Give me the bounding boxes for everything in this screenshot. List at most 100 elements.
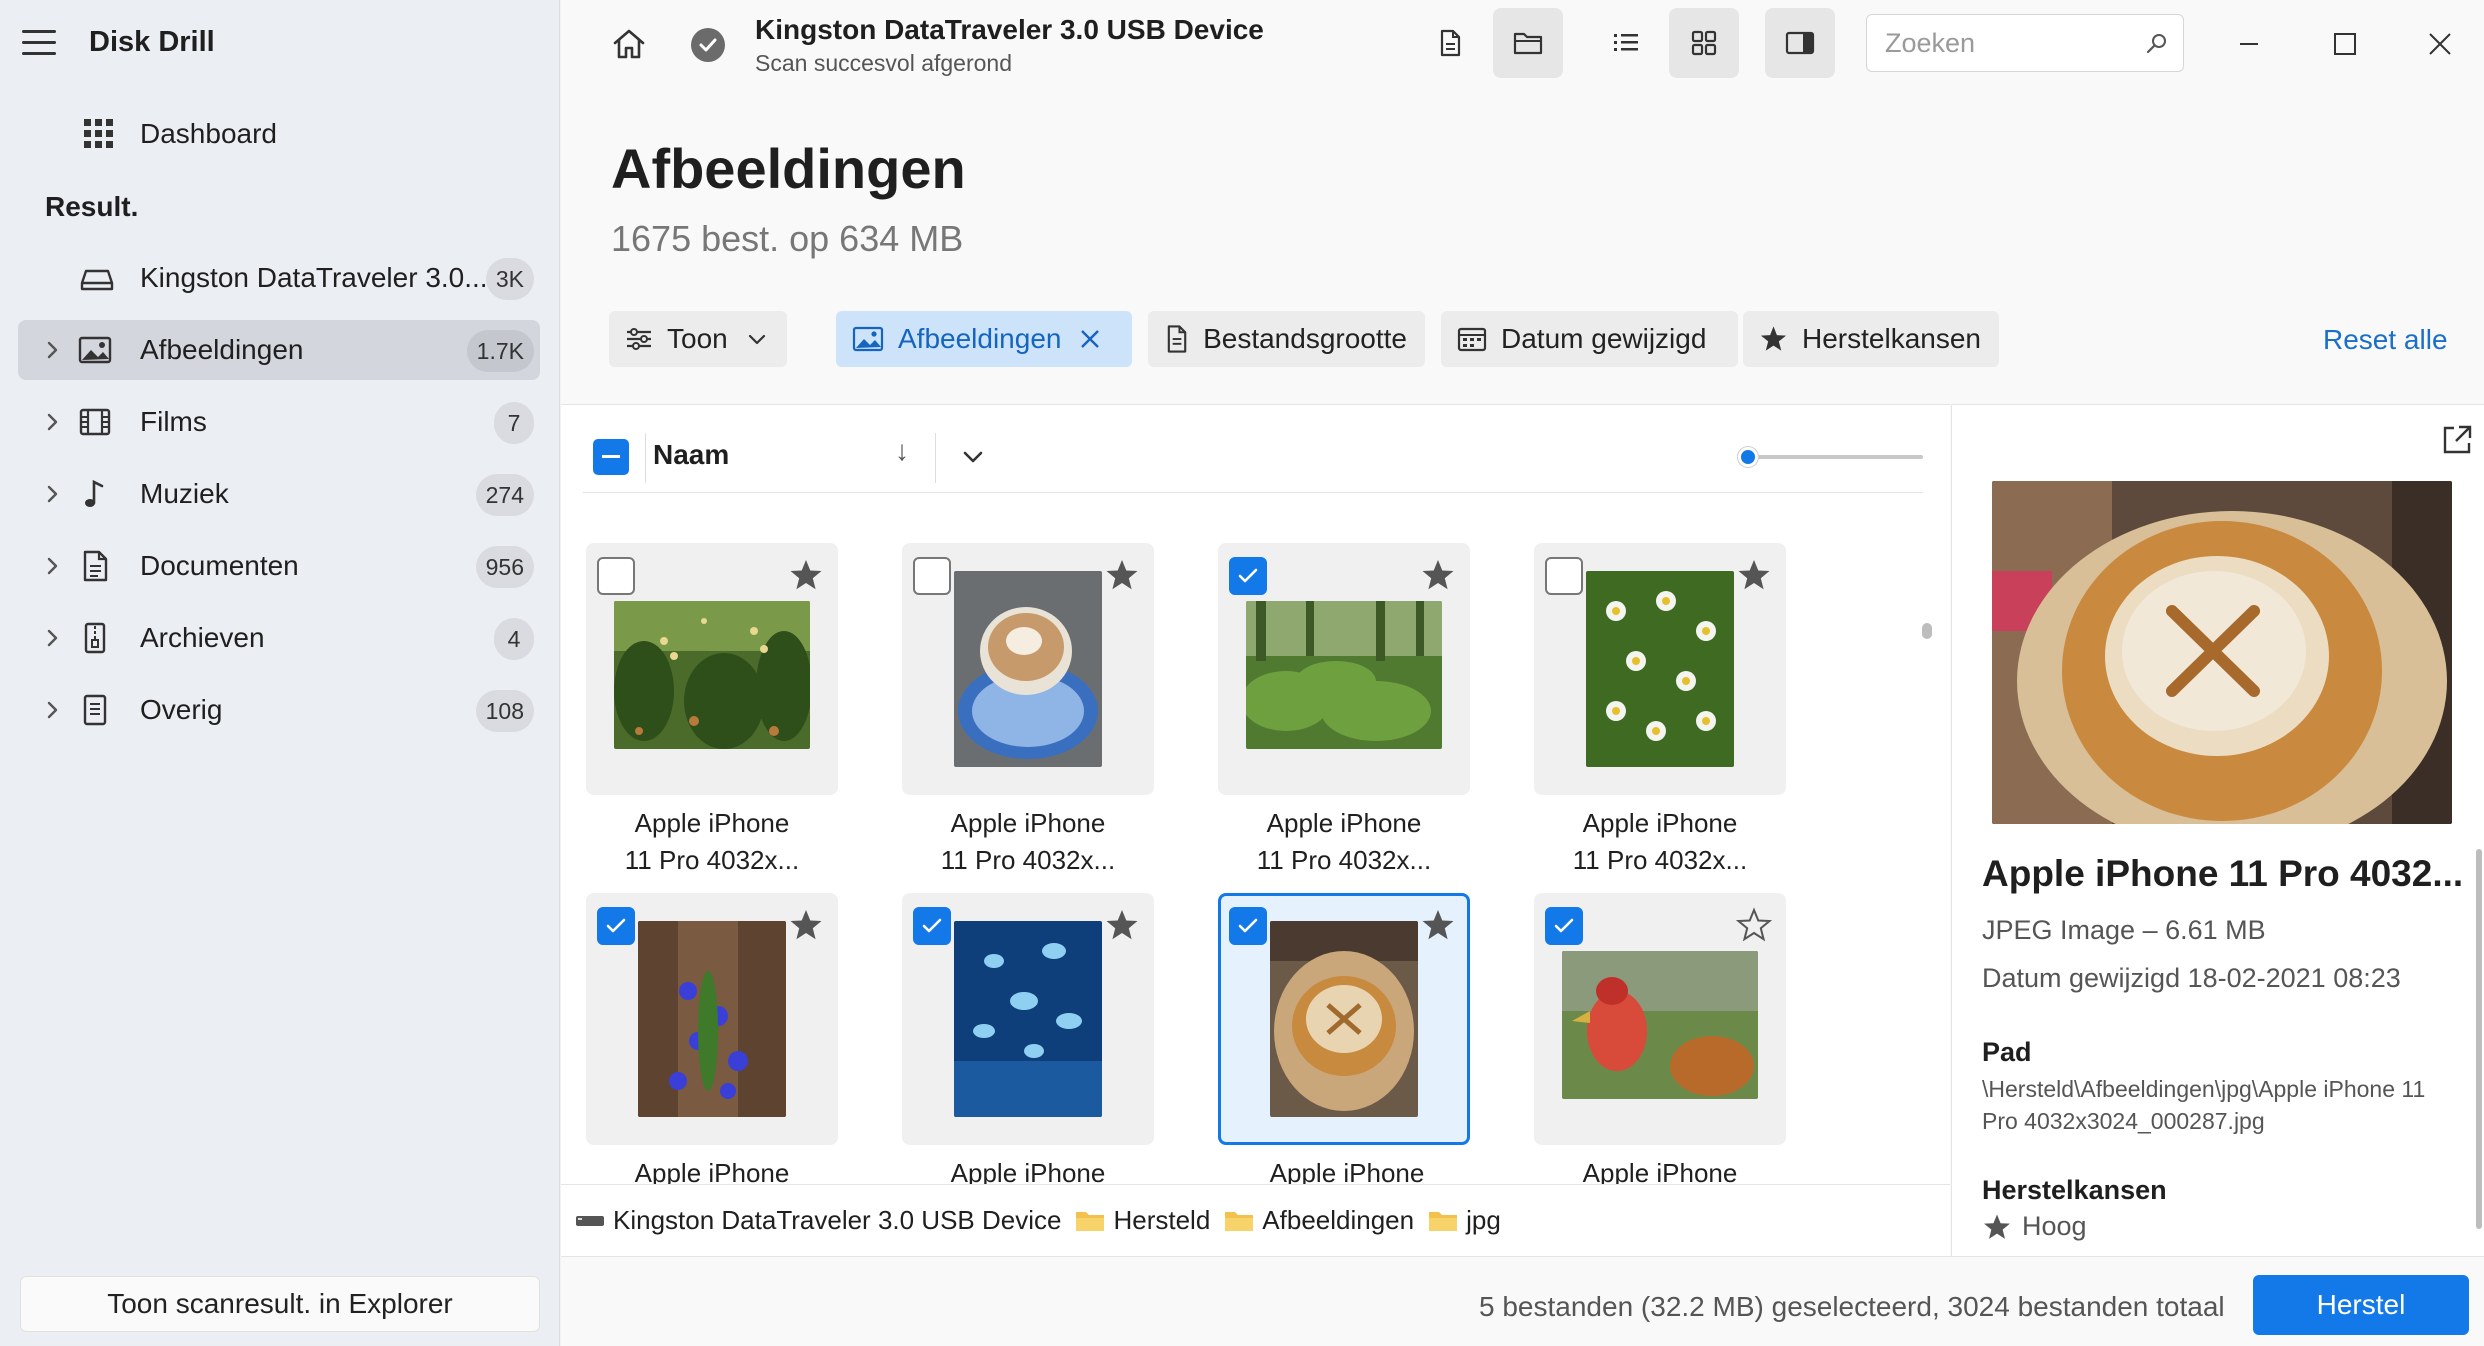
thumbnail-image (1586, 571, 1734, 767)
folder-icon (1429, 1211, 1458, 1231)
open-external-icon[interactable] (2440, 423, 2474, 457)
file-tile[interactable]: Apple iPhone 11 Pro 4032x... (1534, 543, 1786, 875)
sidebar-item-device[interactable]: Kingston DataTraveler 3.0... 3K (18, 248, 540, 308)
show-filter-label: Toon (667, 323, 728, 354)
calendar-icon (1457, 327, 1487, 352)
count-badge: 956 (475, 546, 534, 588)
menu-icon[interactable] (22, 30, 56, 56)
sidebar-item-films[interactable]: Films 7 (18, 392, 540, 452)
file-tile[interactable]: Apple iPhone (902, 893, 1154, 1185)
preview-image (1992, 481, 2452, 824)
file-tile-selected[interactable]: Apple iPhone (1218, 893, 1470, 1185)
preview-path-heading: Pad (1982, 1037, 2032, 1067)
sidebar-item-muziek[interactable]: Muziek 274 (18, 464, 540, 524)
file-view-button[interactable] (1415, 8, 1485, 78)
file-checkbox[interactable] (597, 907, 635, 945)
show-filter-dropdown[interactable]: Toon (609, 311, 787, 367)
thumbnail-image (638, 921, 786, 1117)
results-area: Naam ↓ Apple iPhone 11 Pro 4032x... Appl… (561, 404, 1950, 1185)
breadcrumb-item[interactable]: jpg (1428, 1205, 1501, 1236)
star-outline-icon[interactable] (1736, 907, 1772, 943)
sidebar-item-label: Films (140, 406, 207, 437)
breadcrumb-item[interactable]: Kingston DataTraveler 3.0 USB Device (575, 1205, 1061, 1236)
sort-direction-arrow[interactable]: ↓ (895, 435, 909, 467)
file-checkbox[interactable] (913, 557, 951, 595)
select-all-checkbox[interactable] (593, 439, 629, 475)
sidebar-item-label: Kingston DataTraveler 3.0... (140, 262, 488, 293)
file-tile[interactable]: Apple iPhone (586, 893, 838, 1185)
grid-view-button[interactable] (1669, 8, 1739, 78)
chevron-right-icon[interactable] (40, 626, 64, 650)
active-filter-chip[interactable]: Afbeeldingen (836, 311, 1132, 367)
star-icon[interactable] (1736, 557, 1772, 593)
file-checkbox[interactable] (1229, 557, 1267, 595)
chevron-right-icon[interactable] (40, 410, 64, 434)
file-checkbox[interactable] (1229, 907, 1267, 945)
file-checkbox[interactable] (913, 907, 951, 945)
thumbnail-image (954, 571, 1102, 767)
sidebar-item-dashboard[interactable]: Dashboard (18, 104, 540, 164)
preview-scrollbar[interactable] (2476, 849, 2482, 1229)
maximize-button[interactable] (2321, 20, 2369, 68)
date-filter[interactable]: Datum gewijzigd (1441, 311, 1738, 367)
chevron-down-icon[interactable] (959, 443, 987, 471)
star-icon[interactable] (1420, 557, 1456, 593)
count-badge: 108 (475, 690, 534, 732)
device-title: Kingston DataTraveler 3.0 USB Device (755, 14, 1264, 45)
star-icon[interactable] (788, 907, 824, 943)
file-tile[interactable]: Apple iPhone 11 Pro 4032x... (586, 543, 838, 875)
star-icon (1984, 1214, 2010, 1239)
file-name-line1: Apple iPhone (634, 1158, 790, 1185)
star-icon[interactable] (788, 557, 824, 593)
sidebar-item-overig[interactable]: Overig 108 (18, 680, 540, 740)
thumbnail-image (954, 921, 1102, 1117)
file-name-line1: Apple iPhone (1582, 1158, 1738, 1185)
slider-knob[interactable] (1738, 447, 1758, 467)
main-panel: Kingston DataTraveler 3.0 USB Device Sca… (561, 0, 2484, 1346)
sidebar-item-documenten[interactable]: Documenten 956 (18, 536, 540, 596)
sidebar-item-afbeeldingen[interactable]: Afbeeldingen 1.7K (18, 320, 540, 380)
breadcrumb-item[interactable]: Hersteld (1075, 1205, 1210, 1236)
chevron-right-icon[interactable] (40, 338, 64, 362)
file-checkbox[interactable] (597, 557, 635, 595)
minimize-button[interactable] (2225, 20, 2273, 68)
chevron-right-icon[interactable] (40, 698, 64, 722)
star-icon[interactable] (1104, 907, 1140, 943)
file-checkbox[interactable] (1545, 907, 1583, 945)
sidebar-item-archieven[interactable]: Archieven 4 (18, 608, 540, 668)
chevron-right-icon[interactable] (40, 482, 64, 506)
star-icon[interactable] (1104, 557, 1140, 593)
file-checkbox[interactable] (1545, 557, 1583, 595)
folder-view-button[interactable] (1493, 8, 1563, 78)
drive-icon (576, 1215, 604, 1226)
scrollbar-thumb[interactable] (1922, 623, 1932, 639)
search-box[interactable] (1866, 14, 2184, 72)
search-input[interactable] (1885, 25, 2135, 61)
breadcrumb-item[interactable]: Afbeeldingen (1224, 1205, 1414, 1236)
thumbnail-size-slider[interactable] (1738, 440, 1928, 474)
file-tile[interactable]: Apple iPhone 11 Pro 4032x... (902, 543, 1154, 875)
sort-bar: Naam ↓ (583, 425, 1923, 493)
size-filter[interactable]: Bestandsgrootte (1148, 311, 1425, 367)
recovery-chances-filter[interactable]: Herstelkansen (1743, 311, 1999, 367)
preview-pane-button[interactable] (1765, 8, 1835, 78)
file-icon (1440, 29, 1461, 57)
file-tile[interactable]: Apple iPhone (1534, 893, 1786, 1185)
home-icon[interactable] (609, 24, 649, 64)
star-icon[interactable] (1420, 907, 1456, 943)
star-sparkle-icon (1760, 326, 1787, 351)
chevron-right-icon[interactable] (40, 554, 64, 578)
file-tile[interactable]: Apple iPhone 11 Pro 4032x... (1218, 543, 1470, 875)
recover-button[interactable]: Herstel (2253, 1275, 2469, 1335)
document-icon (1167, 325, 1187, 353)
list-view-button[interactable] (1591, 8, 1661, 78)
count-badge: 274 (475, 474, 534, 516)
close-icon[interactable] (1079, 328, 1101, 350)
search-icon[interactable] (2145, 31, 2169, 55)
scan-complete-icon (691, 28, 725, 62)
count-badge: 4 (494, 618, 534, 660)
show-in-explorer-button[interactable]: Toon scanresult. in Explorer (20, 1276, 540, 1332)
count-badge: 7 (494, 402, 534, 444)
reset-all-link[interactable]: Reset alle (2323, 324, 2448, 356)
close-button[interactable] (2416, 20, 2464, 68)
